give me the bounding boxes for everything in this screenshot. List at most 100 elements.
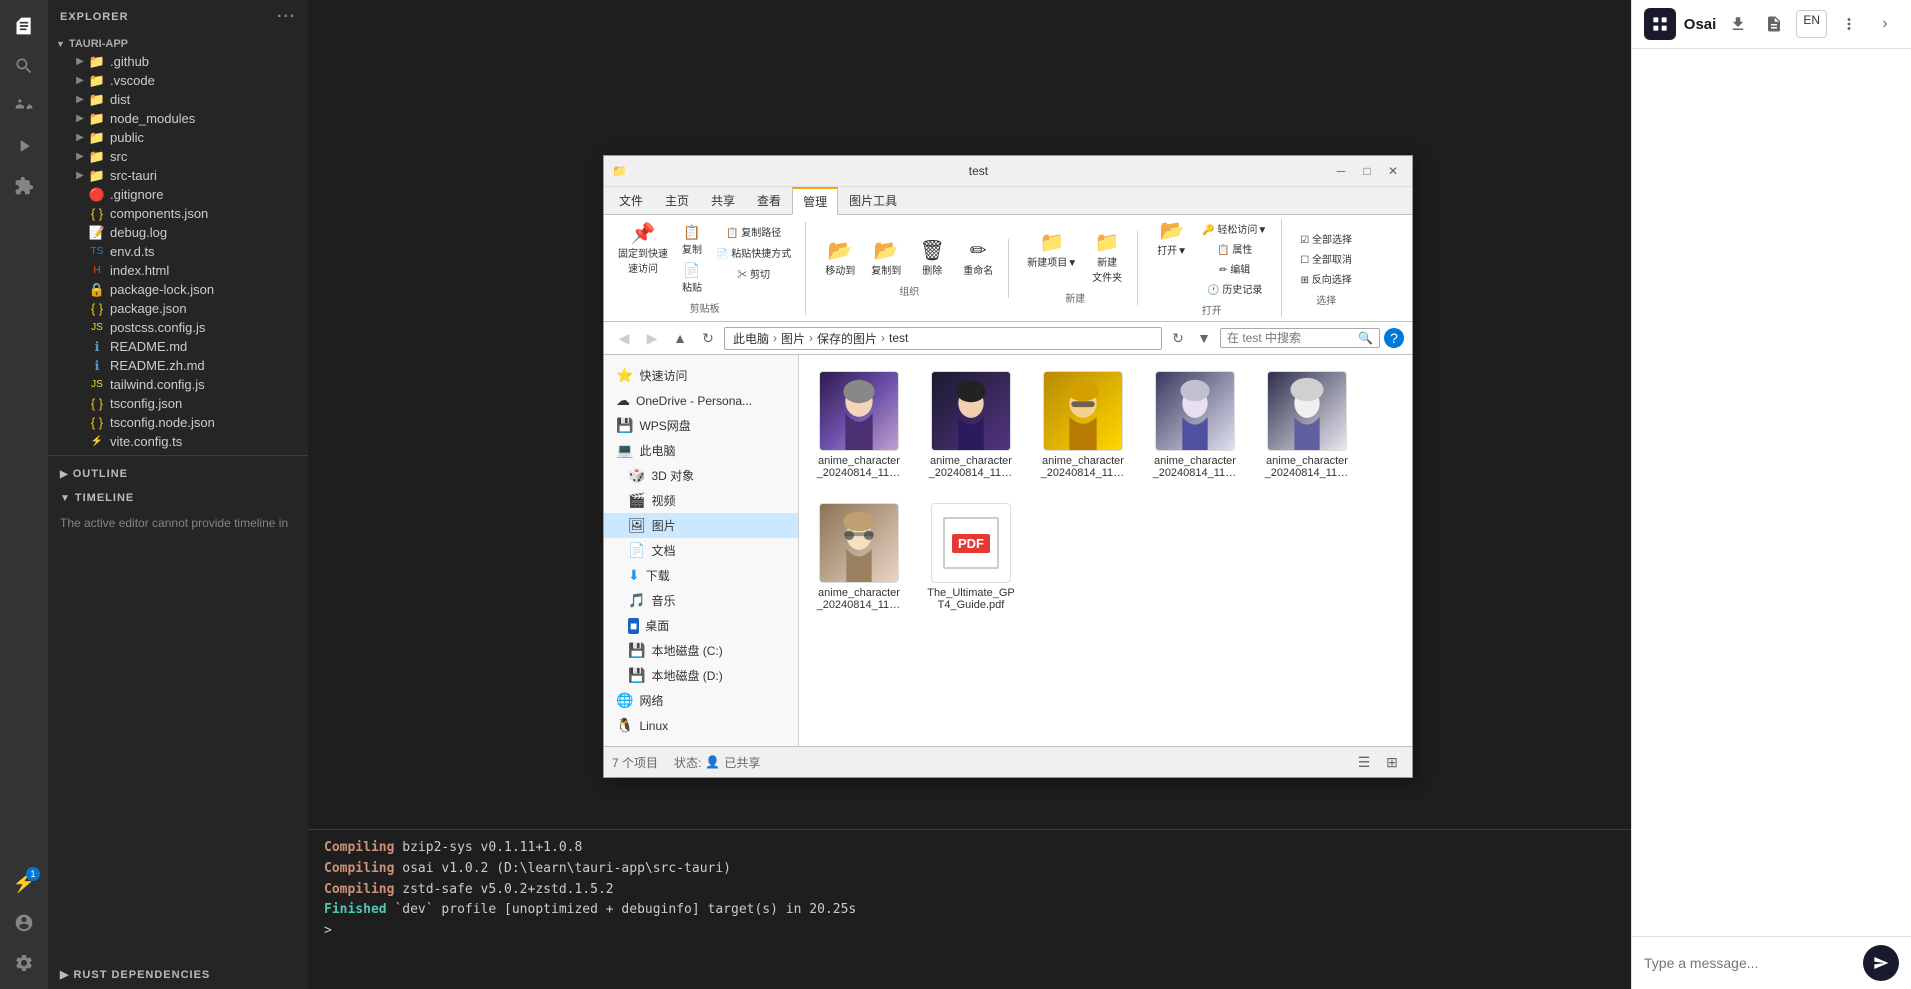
nav-quick-access[interactable]: ⭐ 快速访问 xyxy=(604,363,798,388)
remote-activity-icon[interactable]: ⚡ 1 xyxy=(6,865,42,901)
project-root[interactable]: ▼ TAURI-APP xyxy=(48,34,308,52)
nav-desktop[interactable]: ■ 桌面 xyxy=(604,613,798,638)
paste-shortcut-button[interactable]: 📄 粘贴快捷方式 xyxy=(710,243,797,262)
search-activity-icon[interactable] xyxy=(6,48,42,84)
new-file-icon[interactable] xyxy=(1760,10,1788,38)
copy-path-button[interactable]: 📋 复制路径 xyxy=(710,222,797,241)
tree-item-debug-log[interactable]: 📝 debug.log xyxy=(48,223,308,242)
tree-item-readme[interactable]: ℹ README.md xyxy=(48,337,308,356)
nav-downloads[interactable]: ⬇ 下载 xyxy=(604,563,798,588)
file-item-3[interactable]: anime_character_20240814_113742_anime_bo… xyxy=(1035,367,1131,483)
close-button[interactable]: ✕ xyxy=(1382,160,1404,182)
copy-to-button[interactable]: 📂 复制到 xyxy=(864,239,908,279)
new-folder-button[interactable]: 📁 新建文件夹 xyxy=(1085,231,1129,286)
search-box[interactable]: 🔍 xyxy=(1220,328,1380,348)
run-activity-icon[interactable] xyxy=(6,128,42,164)
refresh-button[interactable]: ↻ xyxy=(696,326,720,350)
source-control-activity-icon[interactable] xyxy=(6,88,42,124)
tree-item-components-json[interactable]: { } components.json xyxy=(48,204,308,223)
help-button[interactable]: ? xyxy=(1384,328,1404,348)
properties-button[interactable]: 📋 属性 xyxy=(1196,239,1273,258)
nav-network[interactable]: 🌐 网络 xyxy=(604,688,798,713)
nav-videos[interactable]: 🎬 视频 xyxy=(604,488,798,513)
rust-deps-section[interactable]: ▶ RUST DEPENDENCIES xyxy=(48,960,308,989)
copy-button[interactable]: 📋复制 xyxy=(676,222,708,258)
chat-input[interactable] xyxy=(1644,955,1855,971)
nav-music[interactable]: 🎵 音乐 xyxy=(604,588,798,613)
maximize-button[interactable]: □ xyxy=(1356,160,1378,182)
easy-access-button[interactable]: 🔑 轻松访问▼ xyxy=(1196,219,1273,238)
pin-quick-access-button[interactable]: 📌 固定到快速速访问 xyxy=(612,222,674,296)
upload-icon[interactable] xyxy=(1724,10,1752,38)
file-item-pdf[interactable]: PDF The_Ultimate_GPT4_Guide.pdf xyxy=(923,499,1019,615)
address-dropdown-button[interactable]: ▼ xyxy=(1192,326,1216,350)
ribbon-tab-image-tools[interactable]: 图片工具 xyxy=(838,187,908,214)
send-button[interactable] xyxy=(1863,945,1899,981)
ribbon-tab-manage[interactable]: 管理 xyxy=(792,187,838,215)
nav-wps[interactable]: 💾 WPS网盘 xyxy=(604,413,798,438)
tree-item-vscode[interactable]: ▶ 📁 .vscode xyxy=(48,71,308,90)
cut-button[interactable]: ✂ 剪切 xyxy=(710,264,797,283)
tree-item-github[interactable]: ▶ 📁 .github xyxy=(48,52,308,71)
nav-pictures[interactable]: 🖼 图片 xyxy=(604,513,798,538)
address-path[interactable]: 此电脑 › 图片 › 保存的图片 › test xyxy=(724,327,1162,350)
file-item-1[interactable]: anime_character_20240814_113742_0A613A43… xyxy=(811,367,907,483)
tree-item-dist[interactable]: ▶ 📁 dist xyxy=(48,90,308,109)
nav-drive-d[interactable]: 💾 本地磁盘 (D:) xyxy=(604,663,798,688)
tree-item-postcss[interactable]: JS postcss.config.js xyxy=(48,318,308,337)
tree-item-index-html[interactable]: H index.html xyxy=(48,261,308,280)
more-icon[interactable]: › xyxy=(1871,10,1899,38)
tree-item-gitignore[interactable]: 🔴 .gitignore xyxy=(48,185,308,204)
list-view-button[interactable]: ☰ xyxy=(1352,750,1376,774)
edit-button[interactable]: ✏ 编辑 xyxy=(1196,259,1273,278)
tree-item-src[interactable]: ▶ 📁 src xyxy=(48,147,308,166)
tree-item-package-json[interactable]: { } package.json xyxy=(48,299,308,318)
nav-onedrive[interactable]: ☁ OneDrive - Persona... xyxy=(604,388,798,413)
tree-item-tsconfig-node[interactable]: { } tsconfig.node.json xyxy=(48,413,308,432)
nav-drive-c[interactable]: 💾 本地磁盘 (C:) xyxy=(604,638,798,663)
tree-item-public[interactable]: ▶ 📁 public xyxy=(48,128,308,147)
accounts-activity-icon[interactable] xyxy=(6,905,42,941)
file-item-6[interactable]: anime_character_20240814_113742_anime_gi… xyxy=(811,499,907,615)
rename-button[interactable]: ✏ 重命名 xyxy=(956,239,1000,279)
minimize-button[interactable]: ─ xyxy=(1330,160,1352,182)
language-selector[interactable]: EN xyxy=(1796,10,1827,38)
nav-3d-objects[interactable]: 🎲 3D 对象 xyxy=(604,463,798,488)
explorer-activity-icon[interactable] xyxy=(6,8,42,44)
search-input[interactable] xyxy=(1227,331,1354,345)
address-refresh-button[interactable]: ↻ xyxy=(1166,326,1190,350)
file-item-4[interactable]: anime_character_20240814_113742_anime_ch… xyxy=(1147,367,1243,483)
icon-view-button[interactable]: ⊞ xyxy=(1380,750,1404,774)
up-button[interactable]: ▲ xyxy=(668,326,692,350)
tree-item-env-dts[interactable]: TS env.d.ts xyxy=(48,242,308,261)
nav-this-pc[interactable]: 💻 此电脑 xyxy=(604,438,798,463)
tree-item-vite-config[interactable]: ⚡ vite.config.ts xyxy=(48,432,308,451)
new-item-button[interactable]: 📁 新建项目▼ xyxy=(1021,231,1083,286)
tree-item-package-lock[interactable]: 🔒 package-lock.json xyxy=(48,280,308,299)
file-item-5[interactable]: anime_character_20240814_113742_anime_gi… xyxy=(1259,367,1355,483)
select-all-button[interactable]: ☑ 全部选择 xyxy=(1294,229,1358,248)
invert-selection-button[interactable]: ⊞ 反向选择 xyxy=(1294,269,1358,288)
nav-documents[interactable]: 📄 文档 xyxy=(604,538,798,563)
tree-item-node-modules[interactable]: ▶ 📁 node_modules xyxy=(48,109,308,128)
ribbon-tab-view[interactable]: 查看 xyxy=(746,187,792,214)
ribbon-tab-home[interactable]: 主页 xyxy=(654,187,700,214)
tree-item-tsconfig[interactable]: { } tsconfig.json xyxy=(48,394,308,413)
paste-button[interactable]: 📄粘贴 xyxy=(676,260,708,296)
timeline-section[interactable]: ▼ TIMELINE xyxy=(48,484,308,508)
nav-linux[interactable]: 🐧 Linux xyxy=(604,713,798,738)
outline-section[interactable]: ▶ OUTLINE xyxy=(48,460,308,484)
back-button[interactable]: ◀ xyxy=(612,326,636,350)
tree-item-src-tauri[interactable]: ▶ 📁 src-tauri xyxy=(48,166,308,185)
delete-button[interactable]: 🗑 删除 xyxy=(910,239,954,279)
ribbon-tab-share[interactable]: 共享 xyxy=(700,187,746,214)
explorer-more-button[interactable]: ··· xyxy=(277,8,296,26)
extensions-activity-icon[interactable] xyxy=(6,168,42,204)
open-button[interactable]: 📂 打开▼ xyxy=(1150,219,1194,298)
settings-icon[interactable] xyxy=(1835,10,1863,38)
file-item-2[interactable]: anime_character_20240814_113742_anime_bo… xyxy=(923,367,1019,483)
move-to-button[interactable]: 📂 移动到 xyxy=(818,239,862,279)
settings-activity-icon[interactable] xyxy=(6,945,42,981)
tree-item-readme-zh[interactable]: ℹ README.zh.md xyxy=(48,356,308,375)
deselect-all-button[interactable]: ☐ 全部取消 xyxy=(1294,249,1358,268)
